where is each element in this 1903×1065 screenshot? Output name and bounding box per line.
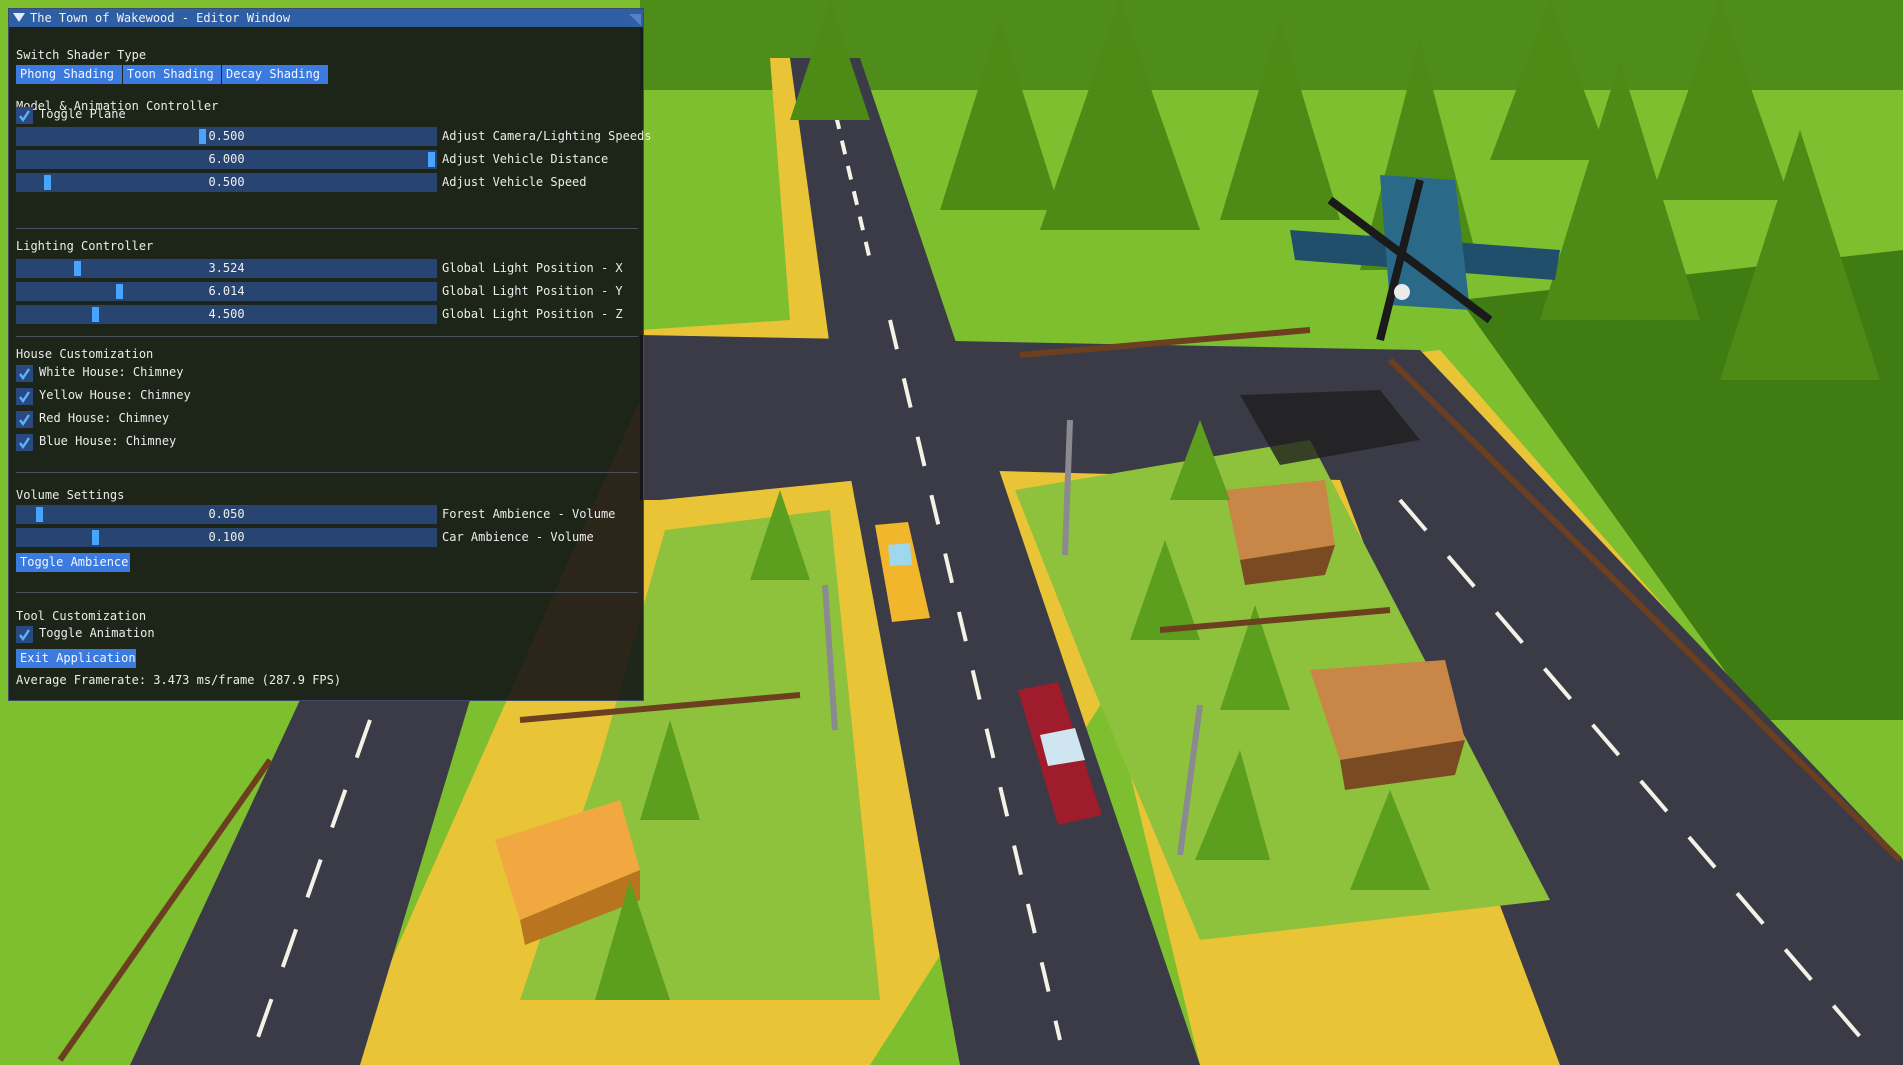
checkmark-icon (19, 437, 30, 449)
white-house-chimney-checkbox[interactable] (16, 365, 33, 382)
slider-value: 6.000 (208, 152, 245, 166)
car-ambience-label: Car Ambience - Volume (442, 530, 594, 544)
divider (16, 472, 638, 473)
red-house-chimney-label: Red House: Chimney (39, 411, 170, 425)
shader-section-header: Switch Shader Type (16, 48, 147, 62)
resize-grip-icon[interactable] (629, 14, 641, 26)
light-x-slider[interactable]: 3.524 (16, 259, 437, 278)
slider-value: 0.500 (208, 175, 245, 189)
editor-window: The Town of Wakewood - Editor Window Swi… (8, 8, 652, 701)
red-house-chimney-checkbox[interactable] (16, 411, 33, 428)
tool-section-header: Tool Customization (16, 609, 147, 623)
vehicle-distance-slider[interactable]: 6.000 (16, 150, 437, 169)
forest-ambience-slider[interactable]: 0.050 (16, 505, 437, 524)
toggle-plane-label: Toggle Plane (39, 107, 126, 121)
checkmark-icon (19, 368, 30, 380)
light-x-label: Global Light Position - X (442, 261, 623, 275)
light-y-slider[interactable]: 6.014 (16, 282, 437, 301)
toggle-ambience-button[interactable]: Toggle Ambience (16, 553, 130, 572)
forest-ambience-label: Forest Ambience - Volume (442, 507, 616, 521)
divider (16, 592, 638, 593)
framerate-text: Average Framerate: 3.473 ms/frame (287.9… (16, 673, 342, 687)
checkmark-icon (19, 414, 30, 426)
slider-value: 6.014 (208, 284, 245, 298)
decay-shading-button[interactable]: Decay Shading (222, 65, 328, 84)
toggle-animation-checkbox[interactable] (16, 626, 33, 643)
blue-house-chimney-checkbox[interactable] (16, 434, 33, 451)
divider (16, 336, 638, 337)
volume-section-header: Volume Settings (16, 488, 125, 502)
vehicle-speed-label: Adjust Vehicle Speed (442, 175, 587, 189)
slider-value: 0.500 (208, 129, 245, 143)
house-section-header: House Customization (16, 347, 154, 361)
slider-value: 0.100 (208, 530, 245, 544)
vehicle-speed-slider[interactable]: 0.500 (16, 173, 437, 192)
divider (16, 228, 638, 229)
triangle-down-icon[interactable] (13, 13, 25, 22)
exit-application-button[interactable]: Exit Application (16, 649, 136, 668)
toggle-plane-checkbox[interactable] (16, 107, 33, 124)
yellow-house-chimney-label: Yellow House: Chimney (39, 388, 191, 402)
light-z-label: Global Light Position - Z (442, 307, 623, 321)
light-y-label: Global Light Position - Y (442, 284, 623, 298)
blue-house-chimney-label: Blue House: Chimney (39, 434, 177, 448)
vehicle-distance-label: Adjust Vehicle Distance (442, 152, 609, 166)
toggle-animation-label: Toggle Animation (39, 626, 155, 640)
checkmark-icon (19, 391, 30, 403)
camera-speed-label: Adjust Camera/Lighting Speeds (442, 129, 652, 143)
slider-value: 0.050 (208, 507, 245, 521)
yellow-house-chimney-checkbox[interactable] (16, 388, 33, 405)
title-bar[interactable]: The Town of Wakewood - Editor Window (9, 9, 643, 27)
window-title: The Town of Wakewood - Editor Window (30, 11, 291, 25)
lighting-section-header: Lighting Controller (16, 239, 154, 253)
checkmark-icon (19, 110, 30, 122)
checkmark-icon (19, 629, 30, 641)
toon-shading-button[interactable]: Toon Shading (123, 65, 221, 84)
phong-shading-button[interactable]: Phong Shading (16, 65, 122, 84)
car-ambience-slider[interactable]: 0.100 (16, 528, 437, 547)
slider-value: 4.500 (208, 307, 245, 321)
slider-value: 3.524 (208, 261, 245, 275)
light-z-slider[interactable]: 4.500 (16, 305, 437, 324)
white-house-chimney-label: White House: Chimney (39, 365, 184, 379)
camera-speed-slider[interactable]: 0.500 (16, 127, 437, 146)
